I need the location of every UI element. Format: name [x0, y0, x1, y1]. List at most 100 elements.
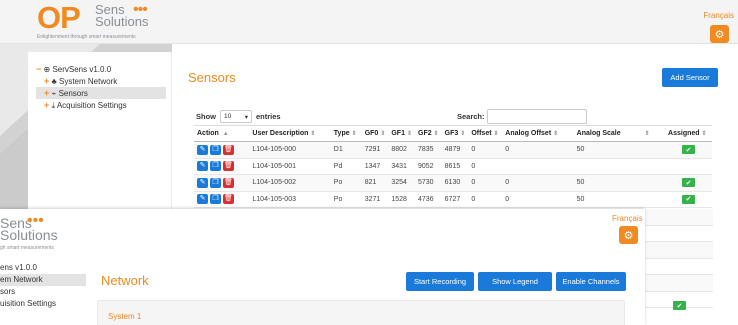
- cell-gf0: 821: [361, 174, 389, 192]
- language-link[interactable]: Français: [703, 11, 734, 20]
- sort-icon: ⇕: [701, 131, 707, 137]
- cell-gf0: 1347: [361, 158, 389, 175]
- search-control: Search:: [457, 109, 587, 124]
- network-window: Sens Solutions ••• gh smart measurements…: [0, 209, 645, 325]
- settings-button[interactable]: ⚙: [710, 25, 729, 43]
- sort-asc-icon: ▲: [222, 131, 229, 137]
- sort-icon: ⇕: [351, 131, 357, 137]
- collapse-icon[interactable]: −: [36, 64, 41, 74]
- tree-item-system-network[interactable]: em Network: [0, 274, 86, 286]
- table-row: [645, 242, 713, 259]
- edit-icon[interactable]: ✎: [197, 144, 208, 155]
- entries-label: entries: [256, 112, 281, 121]
- show-legend-button[interactable]: Show Legend: [478, 272, 552, 291]
- cell-action: ✎ ❐ 🗑: [194, 174, 250, 192]
- show-label: Show: [196, 112, 216, 121]
- language-link[interactable]: Français: [612, 214, 643, 223]
- cell-gf0: 3271: [361, 191, 389, 208]
- cell-type: D1: [330, 141, 362, 159]
- copy-icon[interactable]: ❐: [210, 144, 221, 155]
- delete-icon[interactable]: 🗑: [223, 177, 234, 188]
- gear-icon: ⚙: [623, 229, 634, 242]
- header-bar: Sens Solutions ••• gh smart measurements…: [0, 209, 645, 259]
- cell-gf2: 5730: [415, 174, 442, 192]
- cell-type: Po: [330, 191, 362, 208]
- col-offset[interactable]: Offset ⇕: [468, 125, 503, 142]
- table-row: ✎ ❐ 🗑 L104-105-002 Po 821 3254 5730 6130 0 0 50 ✔: [194, 174, 712, 192]
- tree-item-sensors[interactable]: sors: [0, 286, 86, 298]
- nav-tree: − ⊕ ServSens v1.0.0 + ♣ System Network +…: [36, 63, 166, 111]
- tree-item-acquisition-settings[interactable]: uisition Settings: [0, 298, 86, 310]
- cell-analog-scale: 50: [573, 174, 666, 192]
- cell-offset: 0: [468, 141, 503, 159]
- copy-icon[interactable]: ❐: [210, 161, 221, 172]
- table-row: ✎ ❐ 🗑 L104-105-001 Pd 1347 3431 9052 8615 0: [194, 158, 712, 175]
- tree-root[interactable]: − ⊕ ServSens v1.0.0: [36, 63, 166, 75]
- tree-item-label: sors: [0, 287, 16, 296]
- sort-icon: ⇕: [406, 131, 412, 137]
- expand-icon[interactable]: +: [44, 100, 49, 110]
- tree-item-acquisition-settings[interactable]: + ⤓ Acquisition Settings: [36, 99, 166, 111]
- delete-icon[interactable]: 🗑: [223, 194, 234, 205]
- col-type[interactable]: Type ⇕: [330, 125, 362, 142]
- cell-gf2: 7835: [415, 141, 442, 159]
- search-input[interactable]: [486, 109, 587, 124]
- cell-analog-offset: [502, 158, 574, 175]
- sort-icon: ⇕: [433, 131, 439, 137]
- edit-icon[interactable]: ✎: [197, 194, 208, 205]
- tree-item-label: em Network: [0, 275, 43, 284]
- cell-gf2: 4736: [415, 191, 442, 208]
- delete-icon[interactable]: 🗑: [223, 144, 234, 155]
- col-gf3[interactable]: GF3 ⇕: [441, 125, 469, 142]
- add-sensor-button[interactable]: Add Sensor: [662, 68, 718, 87]
- expand-icon[interactable]: +: [44, 88, 49, 98]
- col-assigned[interactable]: Assigned ⇕: [665, 125, 712, 142]
- tree-root[interactable]: ens v1.0.0: [0, 262, 86, 274]
- table-header-row: Action ▲ User Description ⇕ Type ⇕ GF0 ⇕ GF…: [194, 125, 712, 142]
- col-gf0[interactable]: GF0 ⇕: [361, 125, 389, 142]
- sort-icon: ⇕: [460, 131, 466, 137]
- sort-icon: ⇕: [553, 131, 559, 137]
- expand-icon[interactable]: +: [44, 76, 49, 86]
- col-gf2[interactable]: GF2 ⇕: [415, 125, 442, 142]
- system-panel: System 1: [97, 300, 625, 325]
- cell-gf3: 6727: [441, 191, 469, 208]
- col-analog-offset[interactable]: Analog Offset ⇕: [502, 125, 574, 142]
- col-gf1[interactable]: GF1 ⇕: [388, 125, 415, 142]
- start-recording-button[interactable]: Start Recording: [406, 272, 474, 291]
- edit-icon[interactable]: ✎: [197, 177, 208, 188]
- cell-assigned: [665, 158, 712, 175]
- download-icon: ⤓: [51, 101, 56, 110]
- cell-analog-offset: 0: [502, 174, 574, 192]
- edit-icon[interactable]: ✎: [197, 161, 208, 172]
- table-row: [645, 259, 713, 275]
- assigned-check-icon: ✔: [673, 301, 686, 310]
- cell-description: L104-105-000: [249, 141, 331, 159]
- copy-icon[interactable]: ❐: [210, 177, 221, 188]
- page-title: Network: [101, 273, 149, 288]
- col-user-description[interactable]: User Description ⇕: [249, 125, 331, 142]
- nav-tree: ens v1.0.0 em Network sors uisition Sett…: [0, 262, 86, 310]
- tree-item-label: System Network: [58, 77, 118, 86]
- settings-button[interactable]: ⚙: [619, 226, 638, 244]
- gear-icon: ⚙: [714, 28, 725, 41]
- enable-channels-button[interactable]: Enable Channels: [556, 272, 626, 291]
- opsens-logo: OP Sens Solutions ••• Enlightenment thro…: [37, 1, 148, 41]
- table-row: [645, 209, 713, 226]
- table-row: ✎ ❐ 🗑 L104-105-000 D1 7291 8802 7835 4879 0 0 50 ✔: [194, 141, 712, 159]
- cell-description: L104-105-001: [249, 158, 331, 175]
- tree-item-system-network[interactable]: + ♣ System Network: [36, 75, 166, 87]
- col-action[interactable]: Action ▲: [194, 125, 250, 142]
- delete-icon[interactable]: 🗑: [223, 161, 234, 172]
- logo-dots: •••: [133, 1, 148, 18]
- cell-gf2: 9052: [415, 158, 442, 175]
- tree-item-sensors[interactable]: + ⌁ Sensors: [36, 87, 166, 99]
- copy-icon[interactable]: ❐: [210, 194, 221, 205]
- cell-gf0: 7291: [361, 141, 389, 159]
- cell-gf3: 6130: [441, 174, 469, 192]
- page-length-select[interactable]: 10 ▾: [220, 110, 252, 123]
- tree-item-label: Sensors: [58, 89, 88, 98]
- col-analog-scale[interactable]: Analog Scale ⇕: [573, 125, 666, 142]
- cell-analog-scale: 50: [573, 141, 666, 159]
- tree-root-label: ServSens v1.0.0: [52, 65, 112, 74]
